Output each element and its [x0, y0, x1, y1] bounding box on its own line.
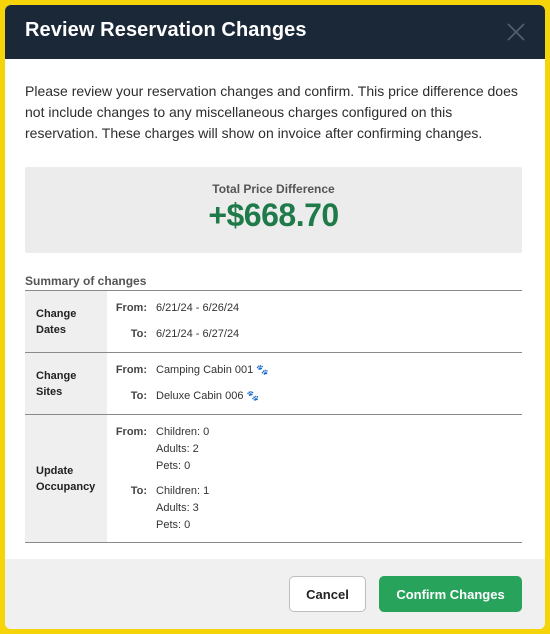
row-label-line: Occupancy	[36, 480, 96, 493]
price-difference-label: Total Price Difference	[212, 182, 335, 196]
row-label-occupancy: Update Occupancy	[25, 415, 107, 542]
sites-to-value: Deluxe Cabin 006	[156, 390, 244, 402]
row-body-sites: From: Camping Cabin 001 🐾 To: Deluxe Cabi…	[107, 353, 522, 414]
occupancy-from-adults: Adults: 2	[156, 443, 199, 455]
from-line: From: Children: 0 Adults: 2 Pets: 0	[107, 424, 209, 475]
table-row-dates: Change Dates From: 6/21/24 - 6/26/24 To:…	[25, 291, 522, 353]
row-label-line: Update	[36, 464, 74, 477]
row-label-dates: Change Dates	[25, 291, 107, 352]
cancel-button[interactable]: Cancel	[289, 576, 366, 612]
from-line: From: Camping Cabin 001 🐾	[107, 362, 269, 379]
row-label-line: Change	[36, 307, 77, 320]
occupancy-to-pets: Pets: 0	[156, 519, 191, 531]
from-label: From:	[115, 426, 147, 438]
to-label: To:	[130, 328, 147, 340]
to-label: To:	[130, 485, 147, 497]
row-label-sites: Change Sites	[25, 353, 107, 414]
intro-text: Please review your reservation changes a…	[25, 83, 518, 141]
to-label: To:	[130, 390, 147, 402]
sites-to-cell: Deluxe Cabin 006 🐾	[156, 388, 259, 405]
paw-icon: 🐾	[256, 365, 269, 376]
summary-title: Summary of changes	[25, 274, 147, 288]
occupancy-to-list: Children: 1 Adults: 3 Pets: 0	[156, 483, 209, 534]
occupancy-to-adults: Adults: 3	[156, 502, 199, 514]
row-body-occupancy: From: Children: 0 Adults: 2 Pets: 0 To: …	[107, 415, 522, 542]
occupancy-from-pets: Pets: 0	[156, 460, 191, 472]
table-row-sites: Change Sites From: Camping Cabin 001 🐾 To…	[25, 353, 522, 415]
row-body-dates: From: 6/21/24 - 6/26/24 To: 6/21/24 - 6/…	[107, 291, 522, 352]
dates-to-value: 6/21/24 - 6/27/24	[156, 328, 240, 340]
occupancy-to-children: Children: 1	[156, 485, 210, 497]
confirm-changes-button[interactable]: Confirm Changes	[379, 576, 522, 612]
row-label-line: Sites	[36, 385, 63, 398]
close-icon[interactable]	[505, 21, 527, 43]
dates-from-value: 6/21/24 - 6/26/24	[156, 302, 240, 314]
row-label-line: Change	[36, 369, 77, 382]
from-line: From: 6/21/24 - 6/26/24	[107, 300, 239, 317]
modal-title: Review Reservation Changes	[25, 19, 307, 41]
modal-footer: Cancel Confirm Changes	[5, 559, 545, 629]
price-difference-value: +$668.70	[208, 197, 339, 233]
to-line: To: Children: 1 Adults: 3 Pets: 0	[107, 483, 210, 534]
occupancy-from-list: Children: 0 Adults: 2 Pets: 0	[156, 424, 209, 475]
from-label: From:	[115, 302, 147, 314]
sites-from-cell: Camping Cabin 001 🐾	[156, 362, 269, 379]
table-row-occupancy: Update Occupancy From: Children: 0 Adult…	[25, 415, 522, 543]
to-line: To: 6/21/24 - 6/27/24	[107, 326, 239, 343]
paw-icon: 🐾	[246, 391, 259, 402]
to-line: To: Deluxe Cabin 006 🐾	[107, 388, 259, 405]
price-difference-box: Total Price Difference +$668.70	[25, 167, 522, 253]
review-changes-modal: Review Reservation Changes Please review…	[5, 5, 545, 629]
from-label: From:	[115, 364, 147, 376]
sites-from-value: Camping Cabin 001	[156, 364, 254, 376]
changes-table: Change Dates From: 6/21/24 - 6/26/24 To:…	[25, 290, 522, 543]
occupancy-from-children: Children: 0	[156, 426, 210, 438]
row-label-line: Dates	[36, 323, 66, 336]
modal-header: Review Reservation Changes	[5, 5, 545, 59]
